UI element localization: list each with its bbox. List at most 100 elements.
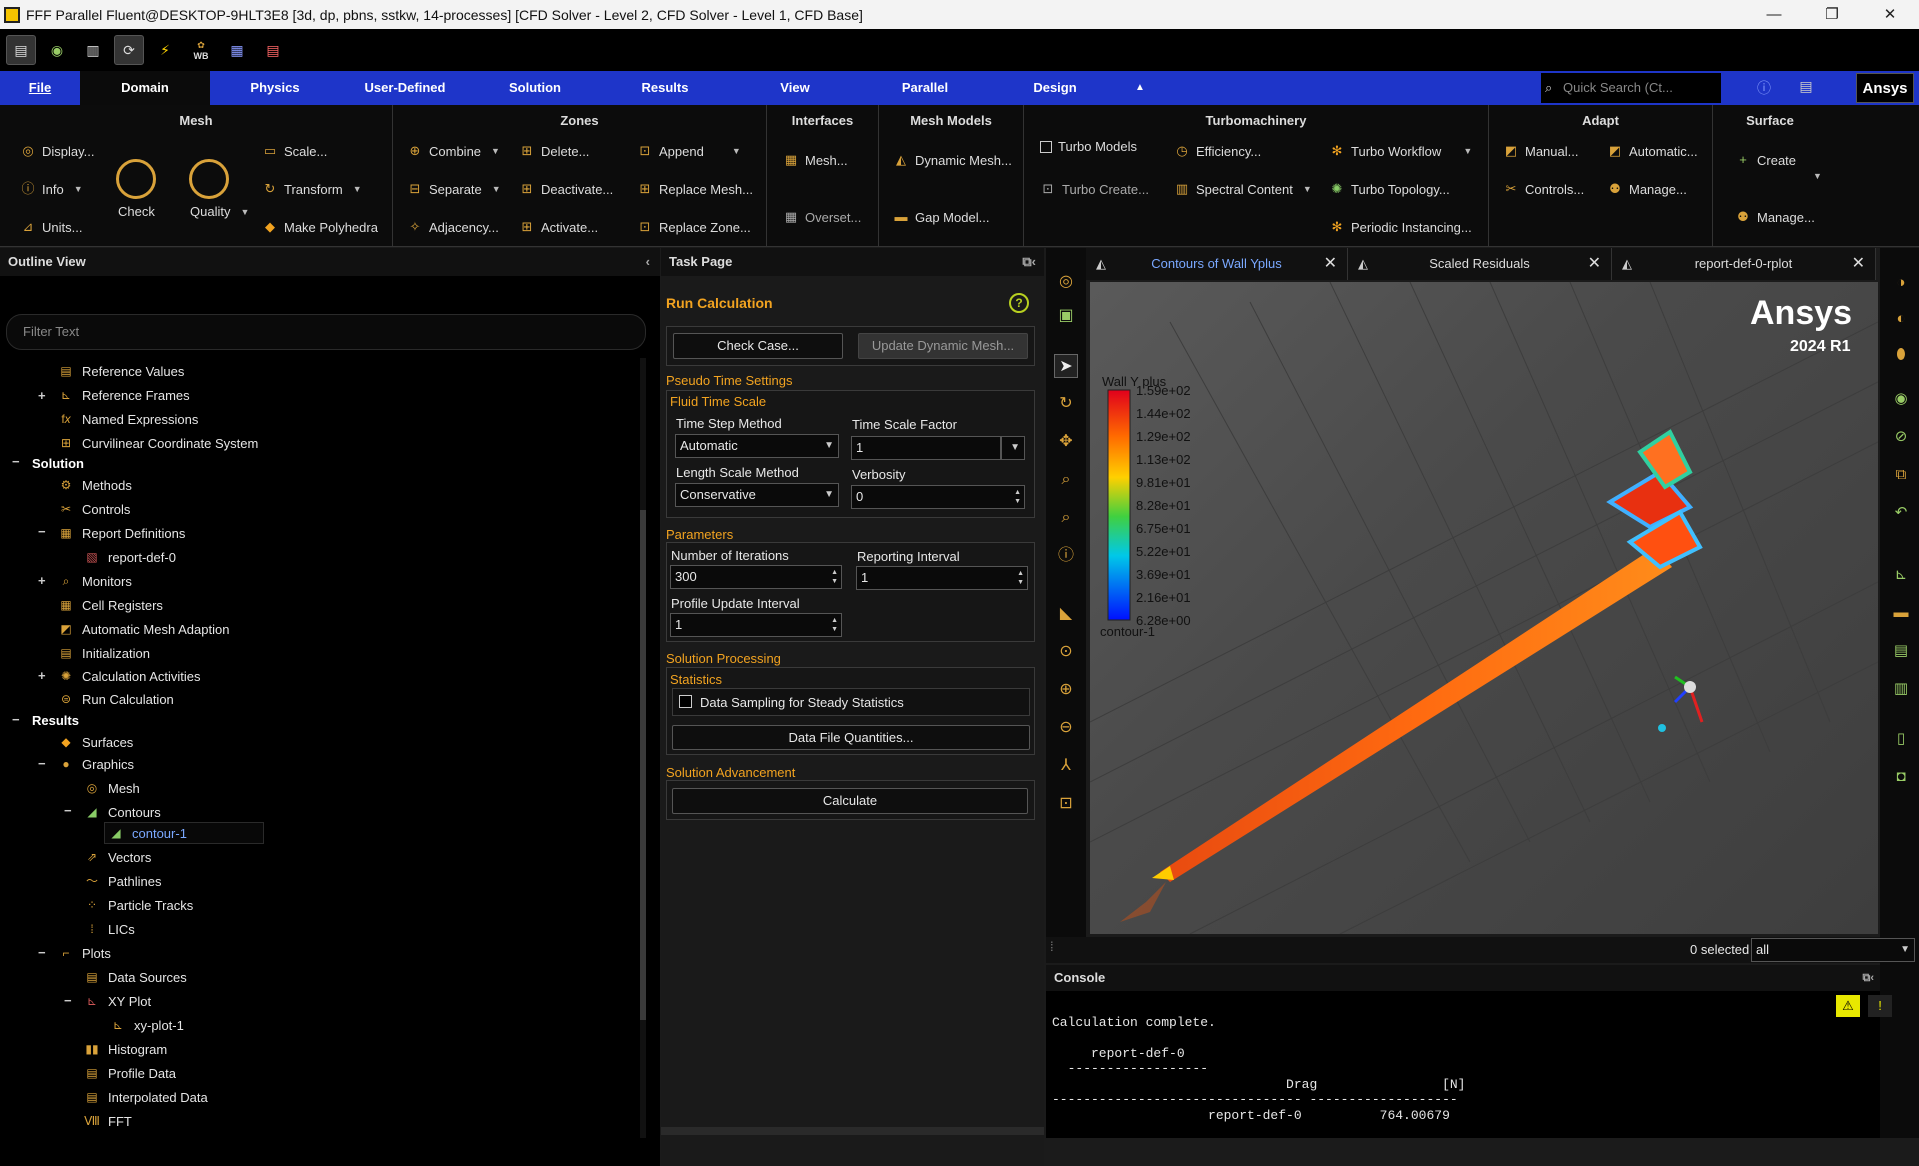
tab-physics[interactable]: Physics — [210, 71, 340, 105]
calculate-button[interactable]: Calculate — [672, 788, 1028, 814]
automatic-adapt-button[interactable]: ◩ Automatic... — [1607, 143, 1698, 159]
close-icon[interactable]: ✕ — [1852, 248, 1865, 280]
write-case-icon[interactable]: ▥ — [78, 35, 108, 65]
check-icon[interactable] — [116, 159, 156, 199]
tree-cell-registers[interactable]: ▦ Cell Registers — [58, 595, 163, 615]
tree-methods[interactable]: ⚙ Methods — [58, 475, 132, 495]
collapse-ribbon-icon[interactable]: ▲ — [1120, 71, 1160, 105]
delete-button[interactable]: ⊞ Delete... — [519, 143, 590, 159]
deactivate-button[interactable]: ⊞ Deactivate... — [519, 181, 614, 197]
surface-manage-button[interactable]: ⚉ Manage... — [1735, 209, 1815, 225]
spinner-icon[interactable]: ▲ ▼ — [831, 616, 838, 634]
tree-contour-1[interactable]: ◢ contour-1 — [108, 823, 187, 843]
open-case-icon[interactable]: ▤ — [6, 35, 36, 65]
make-polyhedra-button[interactable]: ◆ Make Polyhedra — [262, 219, 378, 235]
tab-contours-wall-yplus[interactable]: ◭ Contours of Wall Yplus ✕ — [1086, 248, 1348, 280]
tree-reference-frames[interactable]: ⊾ Reference Frames — [58, 385, 190, 405]
minimize-button[interactable]: — — [1745, 0, 1803, 29]
expand-icon[interactable]: + — [38, 668, 46, 683]
collapse-icon[interactable]: − — [64, 803, 72, 818]
collapse-icon[interactable]: − — [38, 524, 46, 539]
length-scale-method-select[interactable]: Conservative ▼ — [675, 483, 839, 507]
tree-histogram[interactable]: ▮▮ Histogram — [84, 1039, 167, 1059]
ruler-icon[interactable]: ▬ — [1890, 602, 1912, 624]
graphics-viewport[interactable]: Ansys 2024 R1 Wall Y plus 1.59e+02 1.44e+… — [1090, 282, 1878, 934]
surface-create-dropdown[interactable]: ▼ — [1809, 171, 1822, 181]
data-file-quantities-button[interactable]: Data File Quantities... — [672, 725, 1030, 750]
turbo-models-checkbox[interactable]: Turbo Models — [1040, 139, 1137, 154]
tree-surfaces[interactable]: ◆ Surfaces — [58, 732, 133, 752]
layout-icon[interactable]: ▤ — [1796, 78, 1816, 98]
tab-results[interactable]: Results — [600, 71, 730, 105]
collapse-panel-icon[interactable]: ‹ — [646, 248, 650, 276]
efficiency-button[interactable]: ◷ Efficiency... — [1174, 143, 1261, 159]
axes-view-icon[interactable]: ⊾ — [1890, 564, 1912, 586]
zoom-fit-icon[interactable]: ⊙ — [1054, 640, 1078, 664]
maximize-button[interactable]: ❐ — [1803, 0, 1861, 29]
lock-view-icon[interactable]: ⊡ — [1054, 792, 1078, 816]
update-dynamic-mesh-button[interactable]: Update Dynamic Mesh... — [858, 333, 1028, 359]
iterations-input[interactable]: 300 ▲ ▼ — [670, 565, 842, 589]
filter-text-input[interactable]: Filter Text — [6, 314, 646, 350]
refresh-icon[interactable]: ⟳ — [114, 35, 144, 65]
tree-initialization[interactable]: ▤ Initialization — [58, 643, 150, 663]
axes-icon[interactable]: ⅄ — [1054, 754, 1078, 778]
tree-solution[interactable]: Solution — [32, 453, 84, 473]
tree-named-expressions[interactable]: fx Named Expressions — [58, 409, 198, 429]
periodic-instancing-button[interactable]: ✻ Periodic Instancing... — [1329, 219, 1472, 235]
turbo-workflow-button[interactable]: ✻ Turbo Workflow ▼ — [1329, 143, 1473, 159]
tree-report-def-0[interactable]: ▧ report-def-0 — [84, 547, 176, 567]
hide-icon[interactable]: ⊘ — [1890, 426, 1912, 448]
tree-profile-data[interactable]: ▤ Profile Data — [84, 1063, 176, 1083]
fit-icon[interactable]: ◣ — [1054, 602, 1078, 626]
outline-scrollbar-thumb[interactable] — [640, 510, 646, 1020]
quick-search-input[interactable]: ⌕ Quick Search (Ct... — [1541, 73, 1721, 103]
tree-xy-plot-1[interactable]: ⊾ xy-plot-1 — [110, 1015, 184, 1035]
units-button[interactable]: ⊿ Units... — [20, 219, 83, 235]
quality-icon[interactable] — [189, 159, 229, 199]
collapse-icon[interactable]: − — [38, 945, 46, 960]
console-output[interactable]: Calculation complete. report-def-0 -----… — [1046, 991, 1892, 1138]
quality-button[interactable]: Quality ▼ — [190, 204, 249, 219]
tab-parallel[interactable]: Parallel — [860, 71, 990, 105]
info-button[interactable]: ⓘ Info ▼ — [20, 181, 82, 197]
tree-reference-values[interactable]: ▤ Reference Values — [58, 361, 184, 381]
collapse-icon[interactable]: − — [64, 993, 72, 1008]
append-button[interactable]: ⊡ Append ▼ — [637, 143, 741, 159]
check-button[interactable]: Check — [118, 204, 155, 219]
expand-icon[interactable]: + — [38, 388, 46, 403]
close-icon[interactable]: ✕ — [1588, 248, 1601, 280]
tree-interpolated-data[interactable]: ▤ Interpolated Data — [84, 1087, 207, 1107]
tab-user-defined[interactable]: User-Defined — [340, 71, 470, 105]
adjacency-button[interactable]: ✧ Adjacency... — [407, 219, 499, 235]
layout-icon[interactable]: ▥ — [1890, 678, 1912, 700]
help-icon[interactable]: ? — [1009, 293, 1029, 313]
view-front-icon[interactable]: ◑ — [1890, 272, 1912, 294]
time-scale-factor-dropdown[interactable]: ▼ — [1001, 436, 1025, 460]
zoom-box-icon[interactable]: ⌕ — [1054, 468, 1078, 492]
probe-info-icon[interactable]: ⓘ — [1054, 544, 1078, 568]
activate-button[interactable]: ⊞ Activate... — [519, 219, 599, 235]
combine-button[interactable]: ⊕ Combine ▼ — [407, 143, 500, 159]
display-icon[interactable]: ◎ — [1054, 270, 1078, 294]
rotate-icon[interactable]: ↻ — [1054, 392, 1078, 416]
selection-filter-select[interactable]: all ▼ — [1751, 938, 1915, 962]
task-page-scrollbar[interactable] — [661, 1127, 1044, 1135]
tree-calculation-activities[interactable]: ✺ Calculation Activities — [58, 666, 201, 686]
annotate-icon[interactable]: ▤ — [1890, 640, 1912, 662]
collapse-icon[interactable]: − — [38, 756, 46, 771]
time-step-method-select[interactable]: Automatic ▼ — [675, 434, 839, 458]
parallel-settings-icon[interactable]: ▦ — [222, 35, 252, 65]
tree-auto-mesh-adaption[interactable]: ◩ Automatic Mesh Adaption — [58, 619, 229, 639]
collapse-icon[interactable]: − — [12, 712, 20, 727]
view-side-icon[interactable]: ◐ — [1890, 308, 1912, 330]
gap-model-button[interactable]: ▬ Gap Model... — [893, 209, 990, 225]
spinner-icon[interactable]: ▲ ▼ — [1014, 488, 1021, 506]
replace-zone-button[interactable]: ⊡ Replace Zone... — [637, 219, 751, 235]
tree-plots[interactable]: ⌐ Plots — [58, 943, 110, 963]
tree-particle-tracks[interactable]: ⁘ Particle Tracks — [84, 895, 193, 915]
copy-view-icon[interactable]: ⧉ — [1890, 464, 1912, 486]
tree-results[interactable]: Results — [32, 710, 79, 730]
replace-mesh-button[interactable]: ⊞ Replace Mesh... — [637, 181, 753, 197]
tree-lics[interactable]: ⁞ LICs — [84, 919, 134, 939]
